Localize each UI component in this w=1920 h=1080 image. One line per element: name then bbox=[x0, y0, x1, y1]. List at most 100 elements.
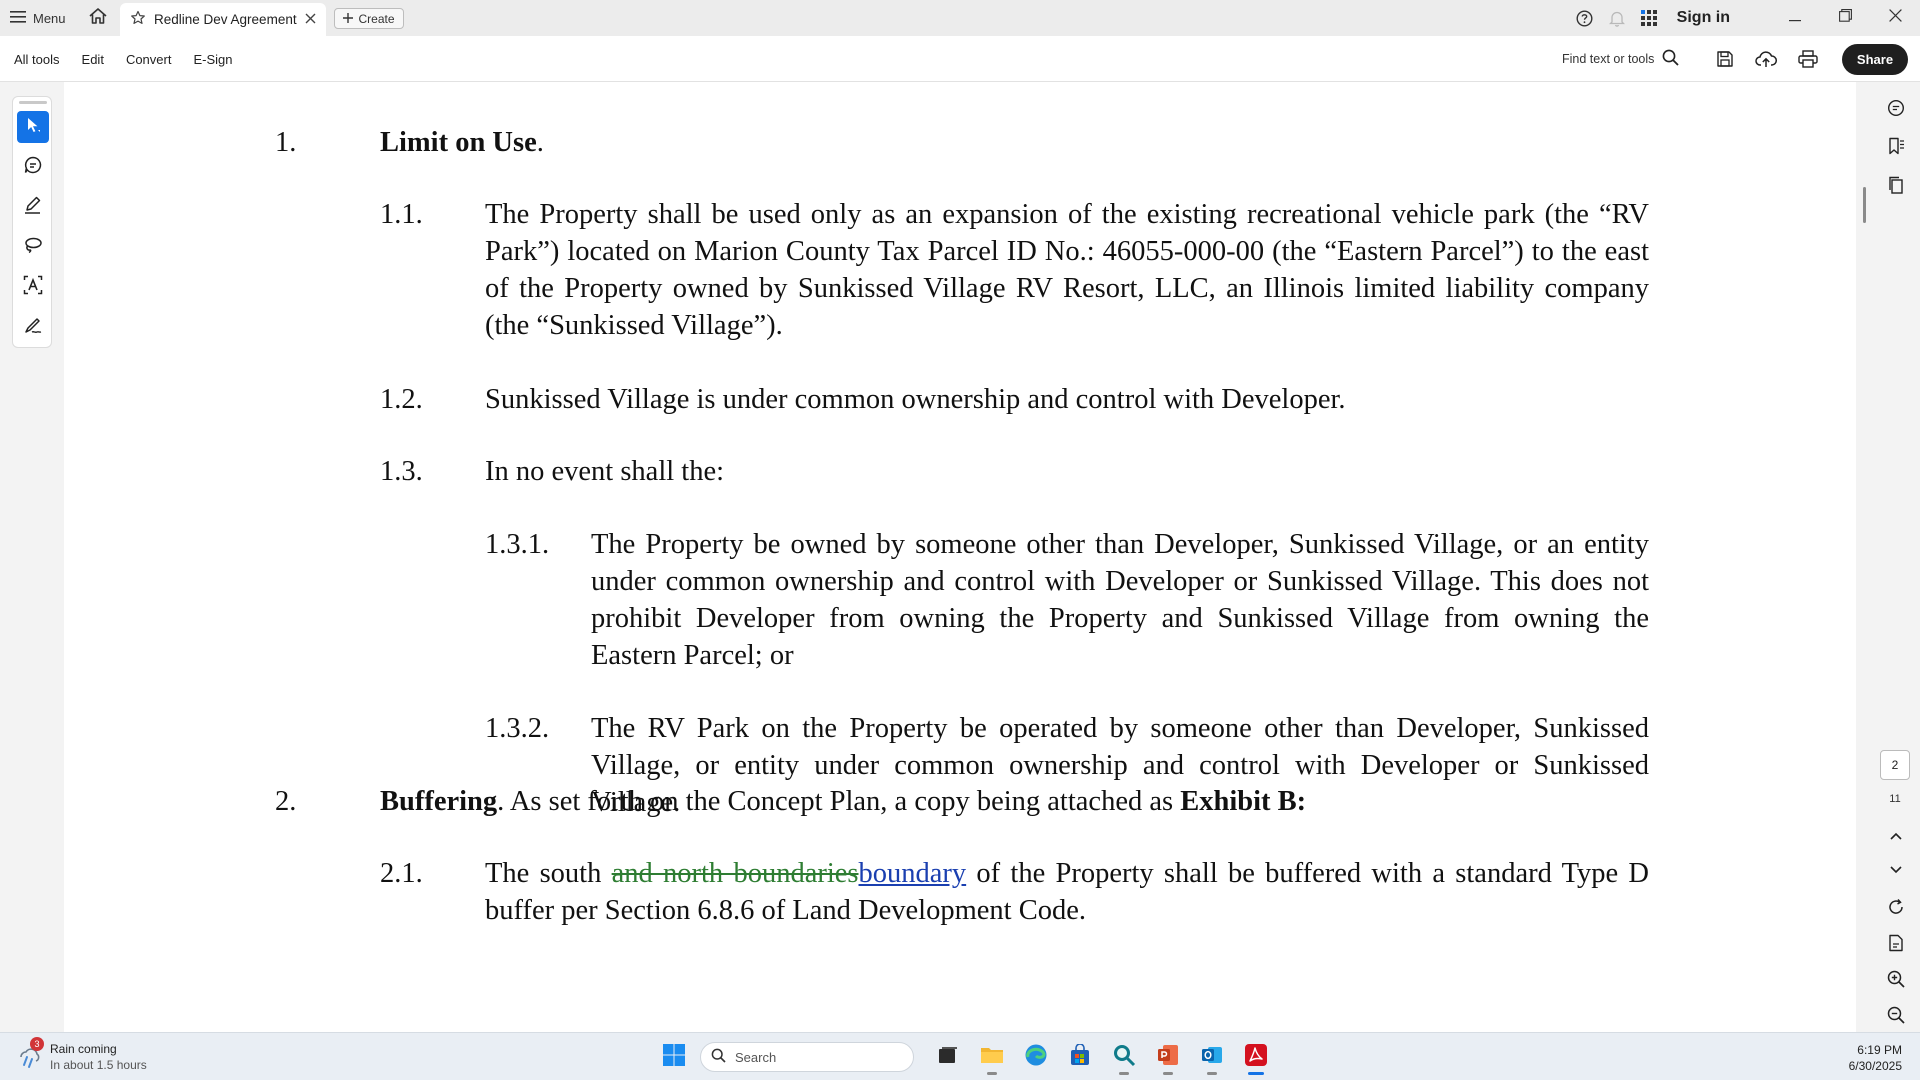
rail-drag-handle[interactable] bbox=[19, 101, 47, 104]
page-display-icon[interactable] bbox=[1884, 931, 1908, 955]
running-indicator bbox=[987, 1072, 997, 1075]
find-label: Find text or tools bbox=[1562, 52, 1655, 66]
sign-tool[interactable] bbox=[17, 311, 49, 343]
acrobat-app[interactable] bbox=[1238, 1039, 1274, 1075]
weather-widget[interactable]: 3 Rain coming In about 1.5 hours bbox=[18, 1037, 147, 1073]
file-explorer-app[interactable] bbox=[974, 1039, 1010, 1075]
subclause-text: The Property be owned by someone other t… bbox=[591, 529, 1649, 671]
clause-text: The Property shall be used only as an ex… bbox=[485, 199, 1649, 341]
create-button[interactable]: Create bbox=[334, 8, 404, 29]
clause-number: 1.1. bbox=[380, 199, 423, 230]
apps-grid-icon[interactable] bbox=[1633, 0, 1665, 36]
search-app[interactable] bbox=[1106, 1039, 1142, 1075]
print-icon[interactable] bbox=[1797, 48, 1819, 70]
title-bar: Menu Redline Dev Agreement ... Create Si… bbox=[0, 0, 1920, 36]
menu-edit[interactable]: Edit bbox=[82, 52, 104, 67]
close-window-button[interactable] bbox=[1870, 0, 1920, 36]
help-icon[interactable] bbox=[1569, 0, 1601, 36]
minimize-button[interactable] bbox=[1770, 0, 1820, 36]
weather-title: Rain coming bbox=[50, 1042, 117, 1056]
system-clock[interactable]: 6:19 PM 6/30/2025 bbox=[1849, 1042, 1902, 1074]
comments-panel-icon[interactable] bbox=[1884, 96, 1908, 120]
text-box-icon bbox=[23, 275, 43, 300]
clause-number: 2.1. bbox=[380, 858, 423, 889]
restore-icon bbox=[1838, 9, 1852, 27]
microsoft-store-app[interactable] bbox=[1062, 1039, 1098, 1075]
previous-page-chevron-up-icon[interactable] bbox=[1884, 824, 1908, 848]
comment-tool[interactable] bbox=[17, 151, 49, 183]
outlook-app[interactable] bbox=[1194, 1039, 1230, 1075]
section-title: Limit on Use bbox=[380, 127, 537, 158]
edge-icon bbox=[1024, 1043, 1048, 1072]
sign-in-link[interactable]: Sign in bbox=[1677, 9, 1730, 27]
powerpoint-app[interactable] bbox=[1150, 1039, 1186, 1075]
running-indicator bbox=[1207, 1072, 1217, 1075]
page-thumbnails-icon[interactable] bbox=[1884, 173, 1908, 197]
restore-button[interactable] bbox=[1820, 0, 1870, 36]
section-number: 1. bbox=[275, 127, 297, 158]
subclause-number: 1.3.1. bbox=[485, 529, 550, 560]
menu-e-sign[interactable]: E-Sign bbox=[193, 52, 232, 67]
notifications-bell-icon[interactable] bbox=[1601, 0, 1633, 36]
section-title: Buffering bbox=[380, 786, 498, 817]
windows-logo-icon bbox=[662, 1043, 686, 1072]
close-icon bbox=[1888, 9, 1902, 27]
weather-subtitle: In about 1.5 hours bbox=[50, 1058, 147, 1072]
text-recognition-tool[interactable] bbox=[17, 271, 49, 303]
clause-text-redlined: The south and north boundariesboundary o… bbox=[485, 855, 1649, 929]
zoom-out-icon[interactable] bbox=[1884, 1003, 1908, 1027]
weather-text: Rain coming In about 1.5 hours bbox=[50, 1041, 147, 1073]
minimize-icon bbox=[1789, 9, 1801, 27]
current-page-input[interactable]: 2 bbox=[1880, 750, 1910, 780]
section-title-tail: . bbox=[536, 127, 544, 158]
active-indicator bbox=[1248, 1072, 1264, 1075]
vertical-scrollbar[interactable] bbox=[1858, 82, 1872, 1032]
search-icon bbox=[1662, 49, 1680, 69]
next-page-chevron-down-icon[interactable] bbox=[1884, 858, 1908, 882]
find-text-or-tools[interactable]: Find text or tools bbox=[1562, 48, 1680, 70]
search-icon bbox=[711, 1048, 726, 1066]
taskbar-apps: Search bbox=[656, 1039, 1274, 1075]
save-icon[interactable] bbox=[1714, 48, 1736, 70]
menu-convert[interactable]: Convert bbox=[126, 52, 172, 67]
clause-text: Sunkissed Village is under common owners… bbox=[485, 384, 1346, 415]
star-icon[interactable] bbox=[130, 10, 146, 29]
start-button[interactable] bbox=[656, 1039, 692, 1075]
quick-tools-rail bbox=[12, 96, 52, 348]
deleted-text: and north boundaries bbox=[611, 858, 859, 889]
clause-text: In no event shall the: bbox=[485, 456, 725, 487]
bookmarks-icon[interactable] bbox=[1884, 134, 1908, 158]
rotate-refresh-icon[interactable] bbox=[1884, 895, 1908, 919]
search-placeholder: Search bbox=[735, 1049, 777, 1065]
section-body: . As set forth on the Concept Plan, a co… bbox=[497, 786, 1181, 817]
edge-browser-app[interactable] bbox=[1018, 1039, 1054, 1075]
select-tool[interactable] bbox=[17, 111, 49, 143]
menu-all-tools[interactable]: All tools bbox=[14, 52, 60, 67]
subclause-number: 1.3.2. bbox=[485, 713, 550, 744]
share-button[interactable]: Share bbox=[1842, 44, 1908, 75]
add-comment-icon bbox=[23, 155, 43, 180]
zoom-in-icon[interactable] bbox=[1884, 967, 1908, 991]
scrollbar-thumb[interactable] bbox=[1863, 187, 1866, 223]
right-side-rail: 2 11 bbox=[1872, 82, 1920, 1032]
pdf-page[interactable]: 1. Limit on Use. 1.1. The Property shall… bbox=[64, 82, 1856, 1032]
plus-icon bbox=[343, 12, 354, 26]
clock-date: 6/30/2025 bbox=[1848, 1059, 1902, 1073]
inserted-text: boundary bbox=[858, 858, 967, 889]
pen-icon bbox=[23, 195, 43, 220]
clause-number: 1.3. bbox=[380, 456, 423, 487]
clock-time: 6:19 PM bbox=[1857, 1043, 1902, 1057]
menu-button[interactable]: Menu bbox=[10, 8, 66, 28]
weather-alert-badge: 3 bbox=[30, 1037, 44, 1051]
document-tab[interactable]: Redline Dev Agreement ... bbox=[120, 3, 326, 36]
home-button[interactable] bbox=[86, 7, 110, 29]
close-tab-icon[interactable] bbox=[305, 12, 316, 27]
task-view-icon bbox=[937, 1045, 959, 1070]
task-view-app[interactable] bbox=[930, 1039, 966, 1075]
signature-pen-icon bbox=[23, 315, 43, 340]
document-viewport[interactable]: 1. Limit on Use. 1.1. The Property shall… bbox=[64, 82, 1856, 1032]
cloud-upload-icon[interactable] bbox=[1755, 48, 1777, 70]
draw-tool[interactable] bbox=[17, 231, 49, 263]
taskbar-search[interactable]: Search bbox=[700, 1042, 914, 1072]
highlight-tool[interactable] bbox=[17, 191, 49, 223]
